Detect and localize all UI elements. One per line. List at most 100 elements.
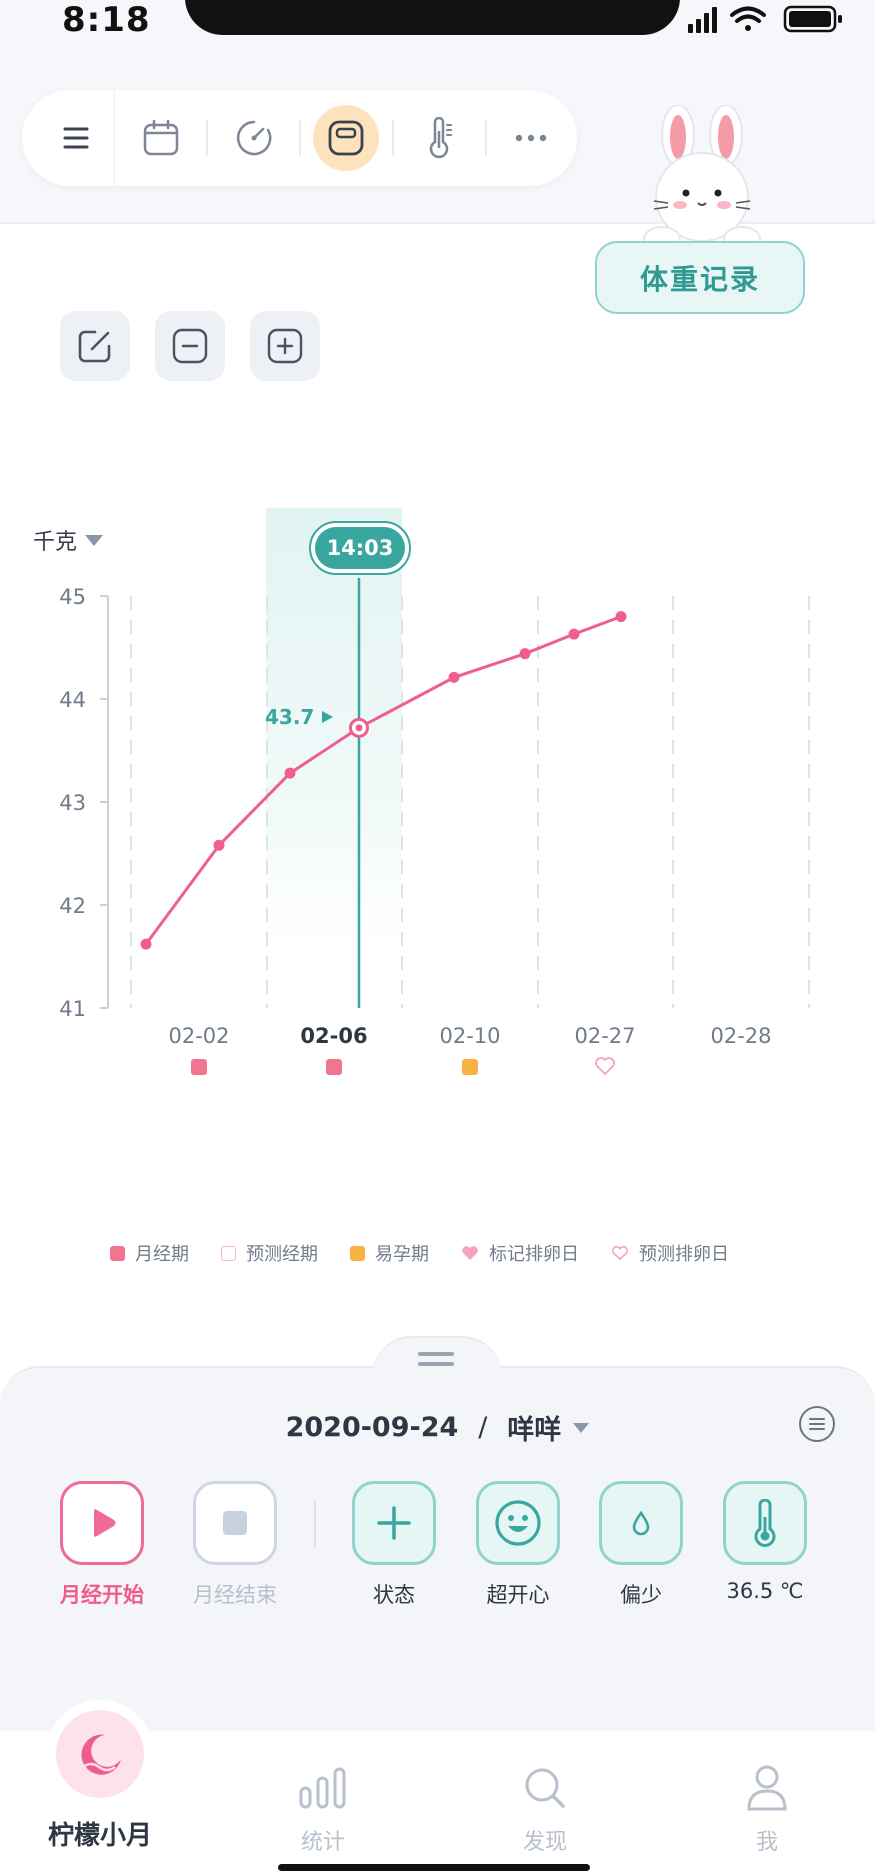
legend-item-period: 月经期 (110, 1240, 189, 1266)
weight-record-button[interactable]: 体重记录 (595, 241, 805, 314)
data-point (615, 611, 627, 623)
gauge-icon (236, 120, 272, 156)
y-tick-label: 42 (59, 894, 86, 918)
data-point (568, 628, 580, 640)
gauge-button[interactable] (208, 90, 300, 186)
zoom-out-button[interactable] (155, 311, 225, 381)
play-icon (94, 1509, 116, 1537)
status-label: 状态 (373, 1583, 415, 1607)
predicted-ovulation-marker (595, 1057, 615, 1076)
y-tick-label: 41 (59, 997, 86, 1021)
data-point (284, 767, 296, 779)
period-start-button[interactable] (60, 1481, 144, 1565)
legend-item-ovulation: 标记排卵日 (461, 1240, 579, 1266)
heart-filled-icon (462, 1246, 478, 1260)
legend-label: 月经期 (135, 1244, 189, 1265)
legend-item-fertile: 易孕期 (350, 1240, 429, 1266)
sheet-header: 2020-09-24 / 咩咩 (0, 1408, 875, 1447)
tooltip-time: 14:03 (327, 536, 394, 560)
plus-icon (377, 1506, 411, 1540)
period-end-label: 月经结束 (193, 1583, 277, 1607)
temperature-label: 36.5 ℃ (726, 1579, 804, 1603)
x-tick-label: 02-06 (300, 1024, 367, 1048)
mood-button[interactable] (476, 1481, 560, 1565)
home-tab-button[interactable] (56, 1710, 144, 1798)
mood-action[interactable]: 超开心 (475, 1481, 561, 1609)
thermometer-icon (429, 117, 452, 159)
drag-handle-icon[interactable] (418, 1352, 454, 1372)
period-marker-icon (110, 1245, 125, 1261)
list-icon (809, 1418, 825, 1430)
smile-icon (495, 1500, 541, 1546)
profile-dropdown-icon[interactable] (573, 1422, 590, 1433)
menu-button[interactable] (30, 90, 122, 186)
mood-label: 超开心 (486, 1583, 550, 1607)
home-indicator (278, 1864, 590, 1871)
legend-label: 标记排卵日 (489, 1244, 579, 1265)
x-tick-label: 02-27 (574, 1024, 635, 1048)
calendar-icon (143, 119, 179, 156)
cursor-tooltip: 14:03 (309, 521, 411, 575)
temperature-button[interactable] (723, 1481, 807, 1565)
stats-icon (299, 1767, 346, 1809)
search-icon (525, 1768, 565, 1808)
weight-chart[interactable]: 45 44 43 42 41 02-02 02-06 02-10 02-27 02-28 14:… (0, 500, 875, 1080)
more-button[interactable] (485, 90, 577, 186)
edit-icon (78, 330, 111, 363)
weight-tab-button[interactable] (300, 90, 392, 186)
tab-discover-label: 发现 (522, 1830, 567, 1855)
selected-data-point-center (355, 724, 363, 732)
x-tick-label: 02-28 (710, 1024, 771, 1048)
zoom-in-icon (267, 328, 303, 364)
list-button[interactable] (799, 1406, 835, 1442)
profile-icon (747, 1765, 787, 1811)
x-tick-label: 02-02 (168, 1024, 229, 1048)
predicted-period-marker-icon (221, 1245, 236, 1261)
selected-value-text: 43.7 (265, 705, 314, 729)
legend-label: 预测排卵日 (639, 1244, 729, 1265)
tab-me[interactable]: 我 (692, 1760, 842, 1856)
selected-date[interactable]: 2020-09-24 (286, 1412, 459, 1443)
tab-stats-label: 统计 (300, 1830, 345, 1855)
legend-label: 预测经期 (246, 1244, 318, 1265)
zoom-out-icon (172, 328, 208, 364)
period-end-button[interactable] (193, 1481, 277, 1565)
drop-icon (632, 1510, 650, 1536)
flow-action[interactable]: 偏少 (598, 1481, 684, 1609)
period-start-action[interactable]: 月经开始 (59, 1481, 145, 1609)
flow-button[interactable] (599, 1481, 683, 1565)
date-separator: / (478, 1412, 488, 1443)
status-icons (688, 5, 842, 33)
toolbar (22, 90, 577, 186)
data-point (519, 648, 531, 660)
temperature-tab-button[interactable] (393, 90, 485, 186)
chart-legend: 月经期 预测经期 易孕期 标记排卵日 预测排卵日 (110, 1240, 810, 1266)
battery-icon (783, 5, 842, 33)
calendar-button[interactable] (115, 90, 207, 186)
temperature-action[interactable]: 36.5 ℃ (722, 1481, 808, 1603)
heart-outline-icon (612, 1246, 628, 1261)
moon-icon (81, 1734, 121, 1775)
wifi-icon (730, 6, 766, 31)
edit-button[interactable] (60, 311, 130, 381)
x-tick-label: 02-10 (439, 1024, 500, 1048)
tab-stats[interactable]: 统计 (248, 1760, 398, 1856)
period-end-action[interactable]: 月经结束 (192, 1481, 278, 1609)
y-tick-label: 43 (59, 791, 86, 815)
thermometer-icon (754, 1499, 776, 1547)
tab-discover[interactable]: 发现 (470, 1760, 620, 1856)
stop-icon (223, 1511, 247, 1535)
scale-icon (328, 120, 364, 156)
period-start-label: 月经开始 (60, 1583, 144, 1607)
fertile-marker (462, 1059, 478, 1075)
zoom-in-button[interactable] (250, 311, 320, 381)
status-action[interactable]: 状态 (351, 1481, 437, 1609)
tab-me-label: 我 (755, 1830, 778, 1855)
more-icon (515, 134, 547, 142)
legend-item-predicted-period: 预测经期 (221, 1240, 318, 1266)
status-button[interactable] (352, 1481, 436, 1565)
y-tick-label: 45 (59, 585, 86, 609)
profile-name[interactable]: 咩咩 (507, 1408, 561, 1447)
bunny-mascot (643, 105, 761, 252)
tab-home-label[interactable]: 柠檬小月 (30, 1815, 170, 1852)
